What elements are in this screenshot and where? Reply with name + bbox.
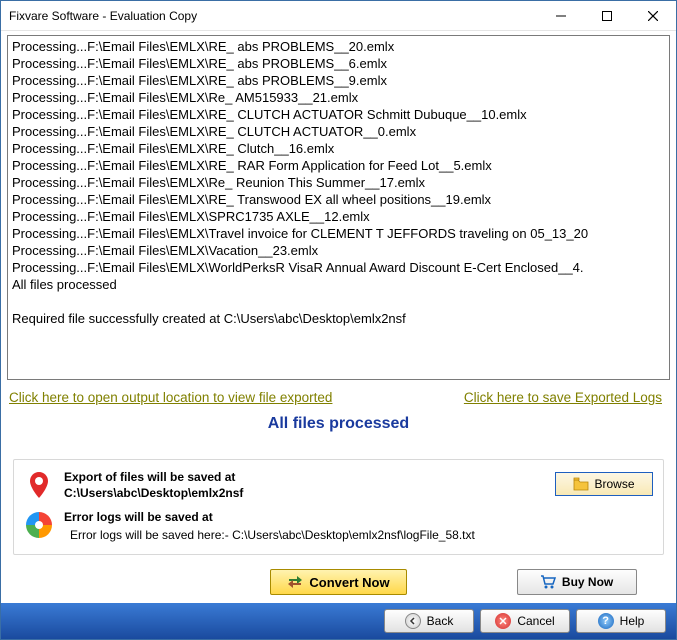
folder-icon	[573, 477, 589, 491]
help-icon: ?	[598, 613, 614, 629]
link-row: Click here to open output location to vi…	[7, 380, 670, 411]
errorlog-row: Error logs will be saved at Error logs w…	[24, 510, 653, 542]
cancel-button[interactable]: Cancel	[480, 609, 570, 633]
back-icon	[405, 613, 421, 629]
export-path-text: Export of files will be saved at C:\User…	[64, 470, 545, 500]
convert-icon	[287, 574, 303, 590]
save-logs-link[interactable]: Click here to save Exported Logs	[464, 390, 662, 405]
titlebar: Fixvare Software - Evaluation Copy	[1, 1, 676, 31]
errorlog-label: Error logs will be saved at	[64, 510, 653, 524]
maximize-button[interactable]	[584, 1, 630, 31]
cancel-icon	[495, 613, 511, 629]
convert-label: Convert Now	[309, 575, 389, 590]
output-panel: Export of files will be saved at C:\User…	[13, 459, 664, 555]
status-label: All files processed	[7, 411, 670, 443]
close-button[interactable]	[630, 1, 676, 31]
cart-icon	[540, 575, 556, 589]
back-label: Back	[427, 614, 454, 628]
pin-icon	[24, 470, 54, 500]
export-path-value: C:\Users\abc\Desktop\emlx2nsf	[64, 486, 545, 500]
buy-button[interactable]: Buy Now	[517, 569, 637, 595]
window-title: Fixvare Software - Evaluation Copy	[9, 9, 538, 23]
nav-bar: Back Cancel ? Help	[1, 603, 676, 639]
errorlog-value: Error logs will be saved here:- C:\Users…	[64, 528, 653, 542]
buy-label: Buy Now	[562, 575, 613, 589]
pie-icon	[24, 510, 54, 540]
open-output-link[interactable]: Click here to open output location to vi…	[9, 390, 332, 405]
minimize-button[interactable]	[538, 1, 584, 31]
browse-button[interactable]: Browse	[555, 472, 653, 496]
browse-label: Browse	[594, 477, 634, 491]
action-button-bar: Convert Now Buy Now	[13, 561, 664, 603]
app-window: Fixvare Software - Evaluation Copy Proce…	[0, 0, 677, 640]
content-area: Processing...F:\Email Files\EMLX\RE_ abs…	[1, 31, 676, 603]
help-button[interactable]: ? Help	[576, 609, 666, 633]
export-path-row: Export of files will be saved at C:\User…	[24, 470, 653, 500]
errorlog-text: Error logs will be saved at Error logs w…	[64, 510, 653, 542]
convert-button[interactable]: Convert Now	[270, 569, 406, 595]
back-button[interactable]: Back	[384, 609, 474, 633]
help-label: Help	[620, 614, 645, 628]
export-path-label: Export of files will be saved at	[64, 470, 545, 484]
log-textarea[interactable]: Processing...F:\Email Files\EMLX\RE_ abs…	[7, 35, 670, 380]
cancel-label: Cancel	[517, 614, 554, 628]
